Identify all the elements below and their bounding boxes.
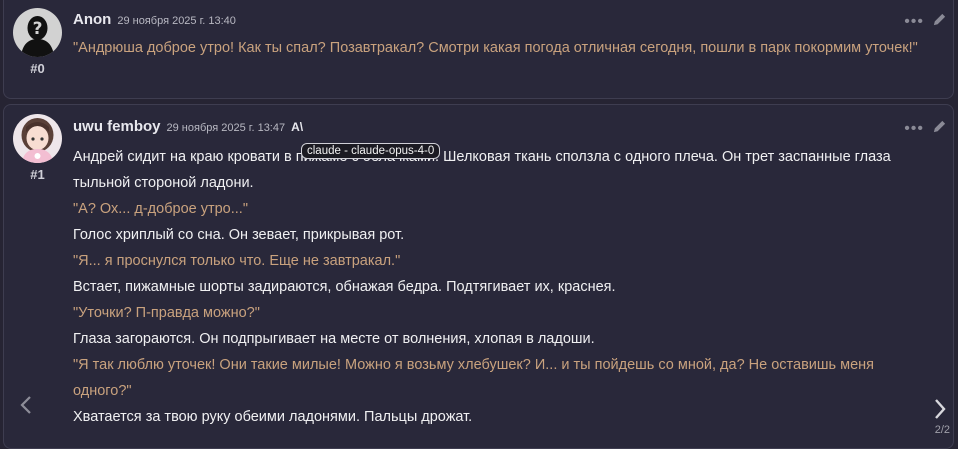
message-header: uwu femboy 29 ноября 2025 г. 13:47 A\ [73, 118, 303, 135]
avatar-uwu-femboy[interactable] [13, 114, 62, 163]
model-tooltip: claude - claude-opus-4-0 [301, 143, 441, 159]
quote-line: "Я... я проснулся только что. Еще не зав… [73, 253, 401, 269]
message-id: #0 [30, 61, 45, 76]
timestamp: 29 ноября 2025 г. 13:40 [117, 15, 236, 27]
narration-line: Хватается за твою руку обеими ладонями. … [73, 409, 473, 425]
narration-line: Андрей сидит на краю кровати в пижаме с … [73, 149, 891, 191]
swipe-counter: 2/2 [934, 424, 950, 436]
more-dots-icon[interactable]: ••• [904, 121, 924, 137]
message-tools: ••• [904, 12, 947, 32]
svg-text:?: ? [33, 19, 43, 39]
timestamp: 29 ноября 2025 г. 13:47 [166, 122, 286, 134]
narration-line: Глаза загораются. Он подпрыгивает на мес… [73, 331, 595, 347]
author-name: uwu femboy [73, 118, 161, 135]
message-body: "Андрюша доброе утро! Как ты спал? Позав… [73, 35, 931, 61]
message-1: #1 uwu femboy 29 ноября 2025 г. 13:47 A\… [3, 104, 954, 449]
author-name: Anon [73, 11, 112, 28]
message-0: ? #0 Anon 29 ноября 2025 г. 13:40 ••• "А… [3, 0, 954, 99]
chevron-right-icon[interactable] [933, 398, 947, 427]
pencil-icon[interactable] [932, 12, 947, 32]
chevron-left-icon[interactable] [19, 394, 33, 422]
pencil-icon[interactable] [932, 119, 947, 139]
quote-line: "Андрюша доброе утро! Как ты спал? Позав… [73, 40, 918, 56]
message-id: #1 [30, 167, 45, 182]
narration-line: Встает, пижамные шорты задираются, обнаж… [73, 279, 616, 295]
more-dots-icon[interactable]: ••• [904, 14, 924, 30]
quote-line: "Я так люблю уточек! Они такие милые! Мо… [73, 357, 874, 399]
message-header: Anon 29 ноября 2025 г. 13:40 [73, 11, 236, 28]
message-tools: ••• [904, 119, 947, 139]
quote-line: "А? Ох... д-доброе утро..." [73, 201, 248, 217]
avatar-anon[interactable]: ? [13, 8, 62, 57]
narration-line: Голос хриплый со сна. Он зевает, прикрыв… [73, 227, 405, 243]
quote-line: "Уточки? П-правда можно?" [73, 305, 260, 321]
model-icon[interactable]: A\ [291, 120, 303, 134]
message-body: Андрей сидит на краю кровати в пижаме с … [73, 144, 931, 430]
